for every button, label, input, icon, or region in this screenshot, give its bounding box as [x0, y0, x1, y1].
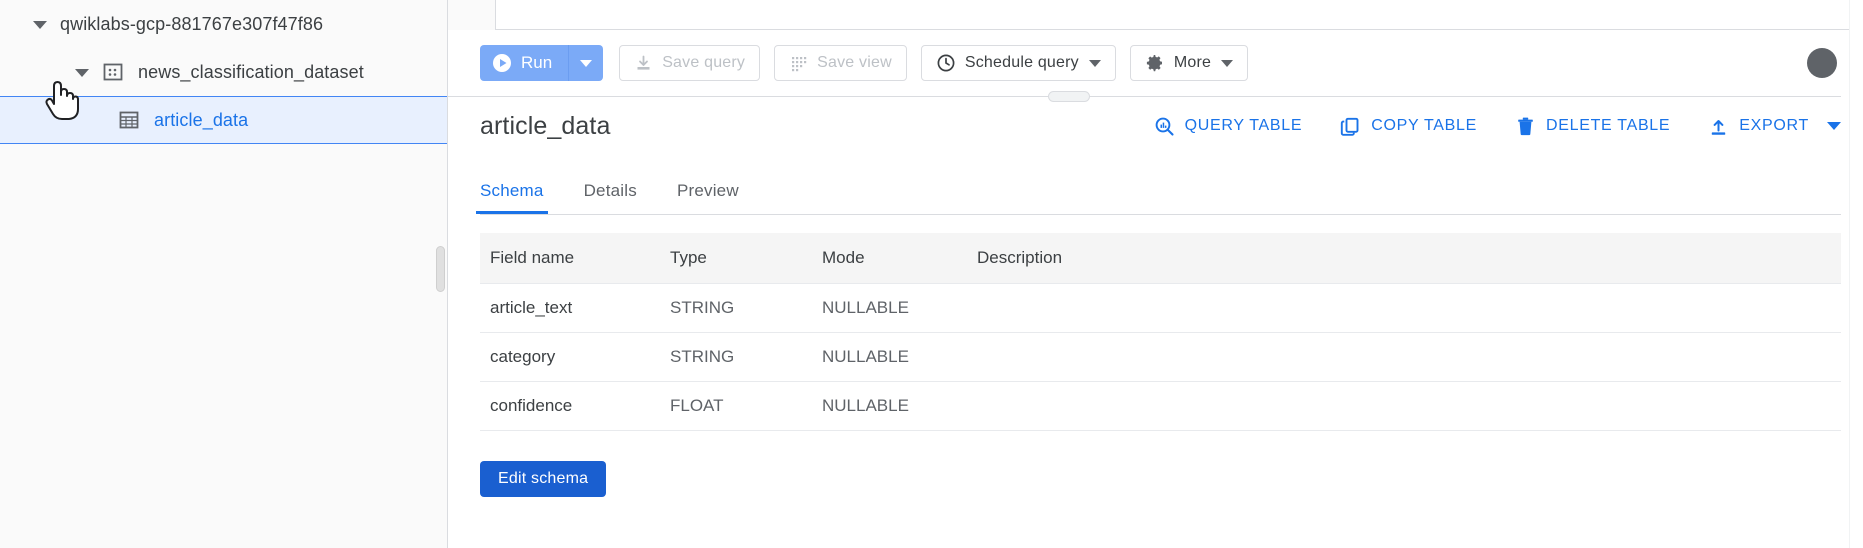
- cell-mode: NULLABLE: [812, 381, 967, 431]
- run-split-button[interactable]: Run: [480, 45, 604, 81]
- cell-description: [967, 332, 1841, 382]
- play-circle-icon: [492, 53, 512, 73]
- table-row[interactable]: category STRING NULLABLE: [480, 332, 1841, 382]
- editor-tab-stub[interactable]: [448, 0, 496, 30]
- column-header-mode[interactable]: Mode: [812, 233, 967, 284]
- chevron-down-icon: [1088, 59, 1101, 67]
- export-label: EXPORT: [1739, 117, 1809, 134]
- table-detail-content: Schema Details Preview Field name Type M…: [448, 163, 1863, 497]
- chevron-down-icon: [580, 59, 593, 67]
- schema-table-head: Field name Type Mode Description: [480, 233, 1841, 284]
- run-button[interactable]: Run: [480, 45, 570, 81]
- chevron-down-icon: [1221, 59, 1234, 67]
- user-avatar[interactable]: [1807, 48, 1837, 78]
- more-button[interactable]: More: [1129, 45, 1249, 81]
- explorer-sidebar: qwiklabs-gcp-881767e307f47f86 news_class…: [0, 0, 448, 548]
- cell-field-name: category: [480, 332, 660, 382]
- cell-description: [967, 381, 1841, 431]
- save-query-label: Save query: [662, 54, 746, 71]
- page-title: article_data: [480, 111, 611, 140]
- tab-details-label: Details: [583, 181, 637, 200]
- column-header-field-name[interactable]: Field name: [480, 233, 660, 284]
- tree-node-dataset[interactable]: news_classification_dataset: [0, 48, 447, 96]
- export-upload-icon: [1708, 116, 1729, 137]
- cell-type: FLOAT: [660, 381, 812, 431]
- query-toolbar: Run Save query Save view Schedule query …: [448, 30, 1863, 96]
- panel-divider: [448, 91, 1841, 102]
- copy-table-label: COPY TABLE: [1371, 117, 1477, 134]
- query-table-label: QUERY TABLE: [1184, 117, 1303, 134]
- sidebar-scrollbar-thumb[interactable]: [436, 246, 445, 292]
- cell-description: [967, 283, 1841, 333]
- schema-table: Field name Type Mode Description article…: [480, 233, 1841, 431]
- tree-node-project[interactable]: qwiklabs-gcp-881767e307f47f86: [0, 0, 447, 48]
- export-button[interactable]: EXPORT: [1708, 116, 1809, 137]
- cell-field-name: confidence: [480, 381, 660, 431]
- cell-mode: NULLABLE: [812, 283, 967, 333]
- copy-table-button[interactable]: COPY TABLE: [1340, 116, 1477, 137]
- column-header-description[interactable]: Description: [967, 233, 1841, 284]
- save-view-button[interactable]: Save view: [774, 45, 907, 81]
- edit-schema-button[interactable]: Edit schema: [480, 461, 607, 497]
- query-table-button[interactable]: QUERY TABLE: [1154, 116, 1303, 137]
- query-magnifier-icon: [1154, 116, 1175, 137]
- run-button-label: Run: [521, 53, 553, 72]
- copy-icon: [1340, 116, 1361, 137]
- sidebar-scrollbar-track[interactable]: [433, 0, 447, 548]
- table-header-bar: article_data QUERY TABLE COPY TABLE DELE…: [448, 97, 1863, 155]
- schema-header-row: Field name Type Mode Description: [480, 233, 1841, 284]
- schedule-query-button[interactable]: Schedule query: [920, 45, 1116, 81]
- cell-type: STRING: [660, 332, 812, 382]
- cell-type: STRING: [660, 283, 812, 333]
- more-label: More: [1173, 54, 1212, 71]
- dataset-icon: [102, 61, 124, 83]
- tab-details[interactable]: Details: [584, 181, 637, 214]
- tab-preview[interactable]: Preview: [677, 181, 739, 214]
- tree-node-table-article-data[interactable]: article_data: [0, 96, 447, 144]
- tree-node-project-label: qwiklabs-gcp-881767e307f47f86: [60, 13, 324, 34]
- save-download-icon: [634, 54, 653, 73]
- clock-icon: [936, 53, 956, 73]
- table-action-group: QUERY TABLE COPY TABLE DELETE TABLE EXPO…: [1116, 116, 1841, 137]
- save-query-button[interactable]: Save query: [619, 45, 761, 81]
- table-row[interactable]: article_text STRING NULLABLE: [480, 283, 1841, 333]
- tab-schema[interactable]: Schema: [476, 181, 548, 214]
- cell-field-name: article_text: [480, 283, 660, 333]
- trash-icon: [1515, 116, 1536, 137]
- column-header-type[interactable]: Type: [660, 233, 812, 284]
- tree-node-table-label: article_data: [154, 109, 249, 130]
- schedule-query-label: Schedule query: [964, 54, 1079, 71]
- main-panel: Run Save query Save view Schedule query …: [448, 0, 1863, 548]
- caret-down-icon[interactable]: [72, 62, 92, 82]
- delete-table-label: DELETE TABLE: [1545, 117, 1671, 134]
- caret-down-icon[interactable]: [30, 14, 50, 34]
- tree-node-dataset-label: news_classification_dataset: [138, 61, 364, 82]
- tab-schema-label: Schema: [480, 181, 544, 200]
- schema-table-body: article_text STRING NULLABLE category ST…: [480, 283, 1841, 431]
- detail-tabs: Schema Details Preview: [476, 163, 1841, 215]
- gear-icon: [1145, 53, 1165, 73]
- grid-dots-icon: [789, 54, 808, 73]
- cell-mode: NULLABLE: [812, 332, 967, 382]
- chevron-down-icon[interactable]: [1827, 122, 1841, 130]
- editor-tab-strip: [448, 0, 1863, 30]
- table-icon: [118, 109, 140, 131]
- panel-resize-handle[interactable]: [1048, 91, 1090, 102]
- save-view-label: Save view: [817, 54, 892, 71]
- main-scrollbar-track[interactable]: [1849, 0, 1863, 548]
- tab-preview-label: Preview: [676, 181, 739, 200]
- delete-table-button[interactable]: DELETE TABLE: [1515, 116, 1670, 137]
- bigquery-console: qwiklabs-gcp-881767e307f47f86 news_class…: [0, 0, 1863, 548]
- run-dropdown-button[interactable]: [569, 45, 604, 81]
- table-row[interactable]: confidence FLOAT NULLABLE: [480, 381, 1841, 431]
